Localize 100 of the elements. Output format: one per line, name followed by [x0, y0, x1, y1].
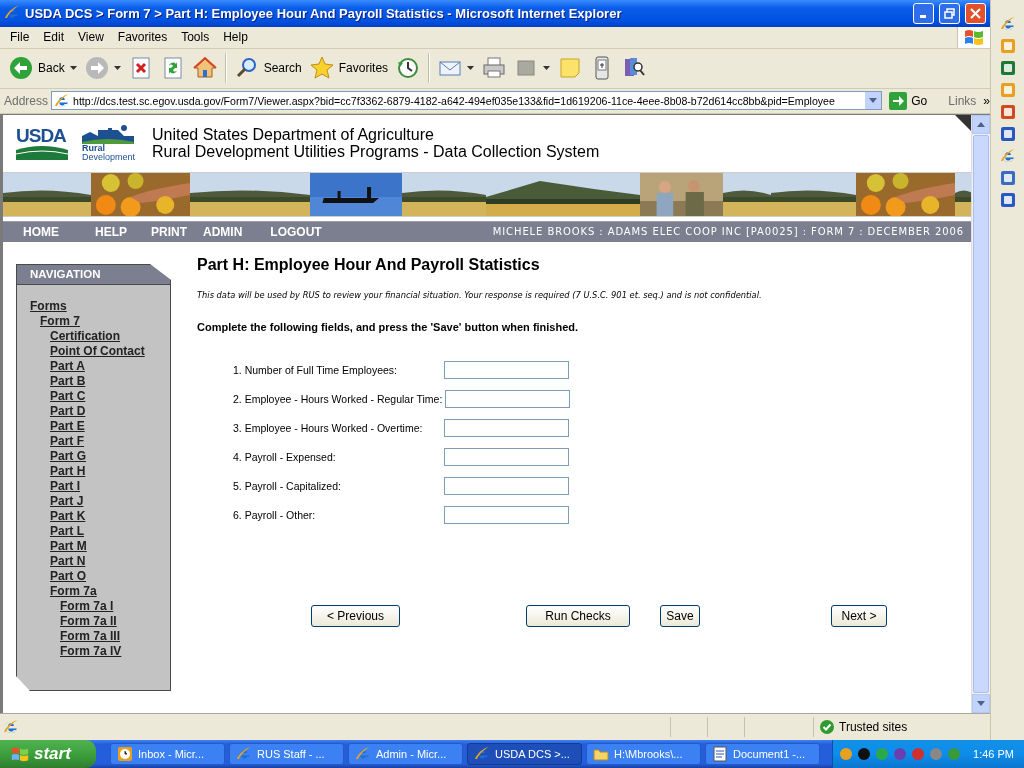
notice-text: This data will be used by RUS to review your financial situation. Your response is required (7 U.S.C. 901 et. seq.) and is not confidential. [197, 289, 763, 300]
input-field[interactable] [444, 506, 569, 525]
navigation-link[interactable]: Part J [50, 493, 84, 508]
taskbar-button[interactable]: H:\Mbrooks\... [586, 743, 701, 765]
navigation-link[interactable]: Part I [50, 478, 80, 493]
site-title: Rural Development Utilities Programs - Data Collection System [152, 143, 600, 161]
taskbar-button[interactable]: Document1 -... [705, 743, 820, 765]
menu-item[interactable]: View [71, 30, 111, 45]
input-field[interactable] [445, 390, 571, 409]
navigation-link[interactable]: Part A [50, 358, 85, 373]
media-icon [999, 192, 1016, 208]
toolbar-button[interactable] [999, 126, 1016, 142]
toolbar-button[interactable] [999, 16, 1016, 32]
clock-icon [999, 38, 1016, 54]
menu-item[interactable]: Help [216, 30, 255, 45]
input-field[interactable] [444, 361, 569, 380]
nav-link[interactable]: PRINT [151, 224, 187, 239]
restore-button[interactable] [939, 3, 960, 24]
printer-icon [482, 56, 507, 81]
form-button[interactable]: Run Checks [526, 604, 630, 627]
note-icon [558, 56, 583, 81]
taskbar-button[interactable]: Admin - Micr... [348, 743, 463, 765]
input-field[interactable] [444, 419, 569, 438]
clock-icon [117, 746, 133, 762]
nav-link[interactable]: ADMIN [203, 224, 243, 239]
slides-icon [999, 104, 1016, 120]
form-button[interactable]: Save [660, 604, 700, 627]
caret-icon [113, 66, 121, 71]
navigation-link[interactable]: Part B [50, 373, 86, 388]
star-icon [309, 56, 334, 81]
navigation-link[interactable]: Point Of Contact [50, 343, 145, 358]
instruction-text: Complete the following fields, and press the 'Save' button when finished. [197, 320, 580, 333]
navigation-link[interactable]: Part C [50, 388, 86, 403]
menu-item[interactable]: Edit [36, 30, 72, 45]
toolbar-button[interactable] [999, 192, 1016, 208]
more-button[interactable]: » [983, 93, 990, 108]
navigation-link[interactable]: Form 7a IV [60, 643, 122, 658]
navigation-link[interactable]: Part D [50, 403, 86, 418]
address-field[interactable]: http://dcs.test.sc.egov.usda.gov/Form7/Viewer.aspx?bid=cc7f3362-6879-4182-a642-494ef035e133&fid=1d619206-11ce-4eee-8b08-b72d614cc8bb&pid=Employee [51, 91, 883, 111]
nav-link[interactable]: LOGOUT [270, 224, 322, 239]
input-field[interactable] [444, 477, 569, 496]
navigation-link[interactable]: Form 7 [40, 313, 80, 328]
taskbar-button[interactable]: Inbox - Micr... [110, 743, 225, 765]
toolbar-button[interactable] [999, 170, 1016, 186]
usda-logo: USDA [16, 126, 70, 160]
user-info: MICHELE BROOKS : ADAMS ELEC COOP INC [PA0025] : FORM 7 : DECEMBER 2006 [492, 226, 964, 238]
navigation-link[interactable]: Part E [50, 418, 85, 433]
navigation-link[interactable]: Forms [30, 298, 67, 313]
go-button[interactable]: Go [885, 91, 932, 110]
toolbar-button[interactable] [999, 104, 1016, 120]
scroll-up-button[interactable] [972, 114, 990, 134]
form-button[interactable]: < Previous [311, 604, 400, 627]
nav-link[interactable]: HELP [95, 224, 127, 239]
document-icon [712, 746, 728, 762]
navigation-link[interactable]: Form 7a [50, 583, 97, 598]
input-field[interactable] [444, 448, 569, 467]
dropdown-button[interactable] [865, 92, 882, 110]
close-button[interactable] [965, 3, 986, 24]
favorites-button[interactable]: Favorites [306, 54, 392, 83]
navigation-link[interactable]: Part N [50, 553, 86, 568]
navigation-link[interactable]: Part F [50, 433, 84, 448]
navigation-link[interactable]: Form 7a II [60, 613, 117, 628]
taskbar-button[interactable]: RUS Staff - ... [229, 743, 344, 765]
navigation-link[interactable]: Part M [50, 538, 87, 553]
navigation-link[interactable]: Form 7a I [60, 598, 114, 613]
navigation-link[interactable]: Form 7a III [60, 628, 121, 643]
taskbar-button[interactable]: USDA DCS >... [467, 743, 582, 765]
document-icon [999, 126, 1016, 142]
tray-icon[interactable] [857, 747, 871, 761]
swoosh-icon [16, 145, 68, 160]
menu-item[interactable]: File [3, 30, 37, 45]
form-button[interactable]: Next > [831, 604, 887, 627]
windows-flag-icon [963, 28, 985, 47]
scroll-down-button[interactable] [972, 694, 990, 714]
search-button[interactable]: Search [231, 54, 305, 83]
navigation-link[interactable]: Part O [50, 568, 86, 583]
page-heading: Part H: Employee Hour And Payroll Statistics [197, 255, 541, 275]
clock: 1:46 PM [973, 748, 1014, 760]
navigation-link[interactable]: Part G [50, 448, 86, 463]
navigation-link[interactable]: Part L [50, 523, 84, 538]
browser-icon [355, 746, 371, 762]
navigation-link[interactable]: Part K [50, 508, 86, 523]
clock-icon [396, 56, 421, 81]
address-label: Address [4, 93, 49, 108]
scrollbar-thumb[interactable] [973, 134, 989, 694]
caret-icon [869, 98, 878, 104]
toolbar-button[interactable] [999, 60, 1016, 76]
field-label: 4. Payroll - Expensed: [233, 451, 337, 464]
links-button[interactable]: Links [948, 93, 977, 108]
check-icon [820, 720, 834, 735]
navigation-link[interactable]: Certification [50, 328, 120, 343]
navigation-link[interactable]: Part H [50, 463, 86, 478]
caret-icon [977, 701, 985, 707]
minimize-button[interactable] [913, 3, 934, 24]
menu-item[interactable]: Favorites [110, 30, 175, 45]
back-button[interactable]: Back [6, 54, 80, 83]
folder-icon [593, 746, 609, 762]
nav-link[interactable]: HOME [23, 224, 59, 239]
menu-item[interactable]: Tools [174, 30, 217, 45]
toolbar-button[interactable] [999, 148, 1016, 164]
